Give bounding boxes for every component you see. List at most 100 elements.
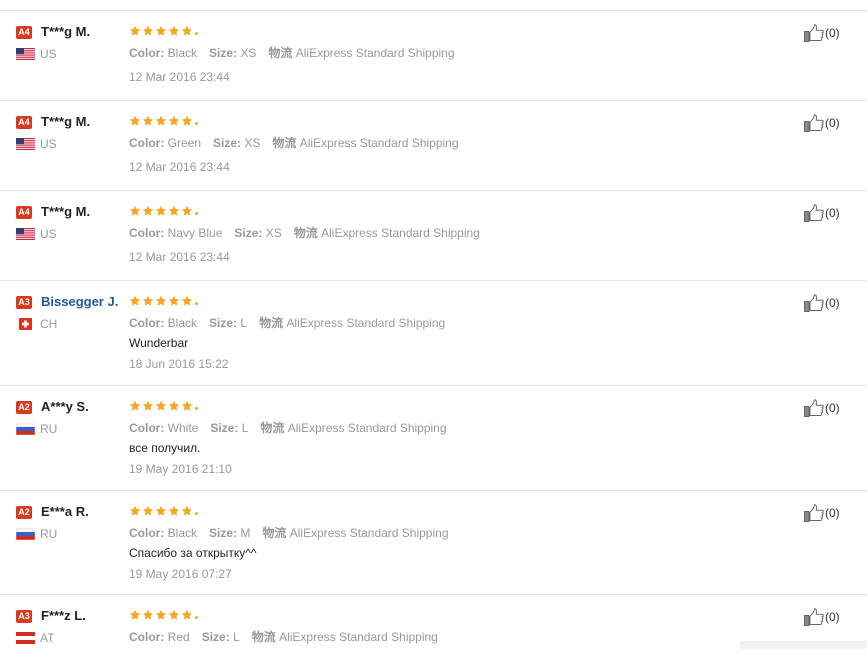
buyer-name: A***y S. xyxy=(41,399,89,414)
review-item: A3 F***z L. AT Color: Red Size: L 物流 AliExpre… xyxy=(0,594,867,655)
review-item: A4 T***g M. US Color: Navy Blue Size: XS 物流 A… xyxy=(0,190,867,281)
helpful-count: (0) xyxy=(825,506,840,520)
order-info: Color: Green Size: XS 物流 AliExpress Standa… xyxy=(129,134,459,151)
helpful-button[interactable]: (0) xyxy=(804,608,840,626)
country-flag-icon xyxy=(16,632,35,644)
shipping-label: 物流 xyxy=(268,46,293,60)
star-rating xyxy=(129,25,198,39)
thumbs-up-icon xyxy=(804,294,824,312)
country-flag-icon xyxy=(16,528,35,540)
buyer-country: US xyxy=(40,227,57,241)
buyer-name[interactable]: Bissegger J. xyxy=(41,294,118,309)
size-label: Size: xyxy=(209,46,238,60)
thumbs-up-icon xyxy=(804,608,824,626)
color-label: Color: xyxy=(129,46,165,60)
shipping-value: AliExpress Standard Shipping xyxy=(299,136,459,150)
size-value: L xyxy=(233,630,240,644)
order-info: Color: Black Size: XS 物流 AliExpress Standa… xyxy=(129,44,455,61)
review-date: 19 May 2016 07:27 xyxy=(129,567,232,581)
buyer-country: US xyxy=(40,47,57,61)
order-info: Color: Red Size: L 物流 AliExpress Standard … xyxy=(129,628,438,645)
review-date: 18 Jun 2016 15:22 xyxy=(129,357,229,371)
shipping-label: 物流 xyxy=(262,526,287,540)
star-rating xyxy=(129,205,198,219)
review-text: Wunderbar xyxy=(129,336,189,350)
size-value: XS xyxy=(265,226,282,240)
shipping-label: 物流 xyxy=(260,421,285,435)
shipping-label: 物流 xyxy=(272,136,297,150)
review-item: A3 Bissegger J. CH Color: Black Size: L 物流 Al… xyxy=(0,280,867,386)
buyer-name: F***z L. xyxy=(41,608,86,623)
color-value: Black xyxy=(167,46,198,60)
buyer-level-badge: A2 xyxy=(16,506,32,519)
buyer-name: E***a R. xyxy=(41,504,89,519)
color-value: White xyxy=(167,421,199,435)
size-value: M xyxy=(240,526,251,540)
star-rating xyxy=(129,115,198,129)
buyer-level-badge: A4 xyxy=(16,26,32,39)
review-list: A4 T***g M. US Color: Black Size: XS 物流 AliEx… xyxy=(0,0,867,649)
thumbs-up-icon xyxy=(804,204,824,222)
color-label: Color: xyxy=(129,421,165,435)
order-info: Color: Black Size: M 物流 AliExpress Standar… xyxy=(129,524,449,541)
review-item: A2 E***a R. RU Color: Black Size: M 物流 AliExp… xyxy=(0,490,867,595)
buyer-country: AT xyxy=(40,631,55,645)
color-value: Green xyxy=(167,136,202,150)
buyer-level-badge: A3 xyxy=(16,296,32,309)
size-value: L xyxy=(240,316,248,330)
shipping-label: 物流 xyxy=(259,316,284,330)
color-value: Navy Blue xyxy=(167,226,223,240)
buyer-level-badge: A4 xyxy=(16,206,32,219)
color-value: Black xyxy=(167,316,198,330)
order-info: Color: White Size: L 物流 AliExpress Standar… xyxy=(129,419,447,436)
buyer-country: RU xyxy=(40,527,58,541)
buyer-name: T***g M. xyxy=(41,24,91,39)
helpful-count: (0) xyxy=(825,296,840,310)
helpful-count: (0) xyxy=(825,206,840,220)
buyer-country: RU xyxy=(40,422,58,436)
shipping-label: 物流 xyxy=(251,630,276,644)
shipping-value: AliExpress Standard Shipping xyxy=(279,630,438,644)
review-item: A2 A***y S. RU Color: White Size: L 物流 AliExp… xyxy=(0,385,867,491)
helpful-button[interactable]: (0) xyxy=(804,504,840,522)
size-value: XS xyxy=(244,136,261,150)
review-item: A4 T***g M. US Color: Black Size: XS 物流 AliEx… xyxy=(0,10,867,101)
color-label: Color: xyxy=(129,136,165,150)
color-value: Red xyxy=(167,630,190,644)
thumbs-up-icon xyxy=(804,504,824,522)
country-flag-icon xyxy=(16,228,35,240)
helpful-button[interactable]: (0) xyxy=(804,294,840,312)
color-value: Black xyxy=(167,526,198,540)
helpful-button[interactable]: (0) xyxy=(804,204,840,222)
color-label: Color: xyxy=(129,526,165,540)
review-date: 12 Mar 2016 23:44 xyxy=(129,160,230,174)
buyer-country: US xyxy=(40,137,57,151)
size-label: Size: xyxy=(234,226,263,240)
review-date: 12 Mar 2016 23:44 xyxy=(129,70,230,84)
country-flag-icon xyxy=(16,48,35,60)
review-date: 19 May 2016 21:10 xyxy=(129,462,232,476)
size-label: Size: xyxy=(209,316,238,330)
review-text: все получил. xyxy=(129,441,201,455)
size-label: Size: xyxy=(210,421,239,435)
star-rating xyxy=(129,609,198,623)
size-label: Size: xyxy=(213,136,242,150)
helpful-count: (0) xyxy=(825,116,840,130)
star-rating xyxy=(129,295,198,309)
size-value: L xyxy=(241,421,249,435)
review-text: Спасибо за открытку^^ xyxy=(129,546,257,560)
helpful-button[interactable]: (0) xyxy=(804,114,840,132)
helpful-button[interactable]: (0) xyxy=(804,399,840,417)
thumbs-up-icon xyxy=(804,399,824,417)
shipping-value: AliExpress Standard Shipping xyxy=(287,421,447,435)
shipping-value: AliExpress Standard Shipping xyxy=(289,526,449,540)
helpful-count: (0) xyxy=(825,401,840,415)
shipping-value: AliExpress Standard Shipping xyxy=(295,46,455,60)
size-value: XS xyxy=(240,46,257,60)
helpful-count: (0) xyxy=(825,26,840,40)
color-label: Color: xyxy=(129,226,165,240)
buyer-country: CH xyxy=(40,317,58,331)
buyer-name: T***g M. xyxy=(41,204,91,219)
helpful-button[interactable]: (0) xyxy=(804,24,840,42)
buyer-level-badge: A2 xyxy=(16,401,32,414)
